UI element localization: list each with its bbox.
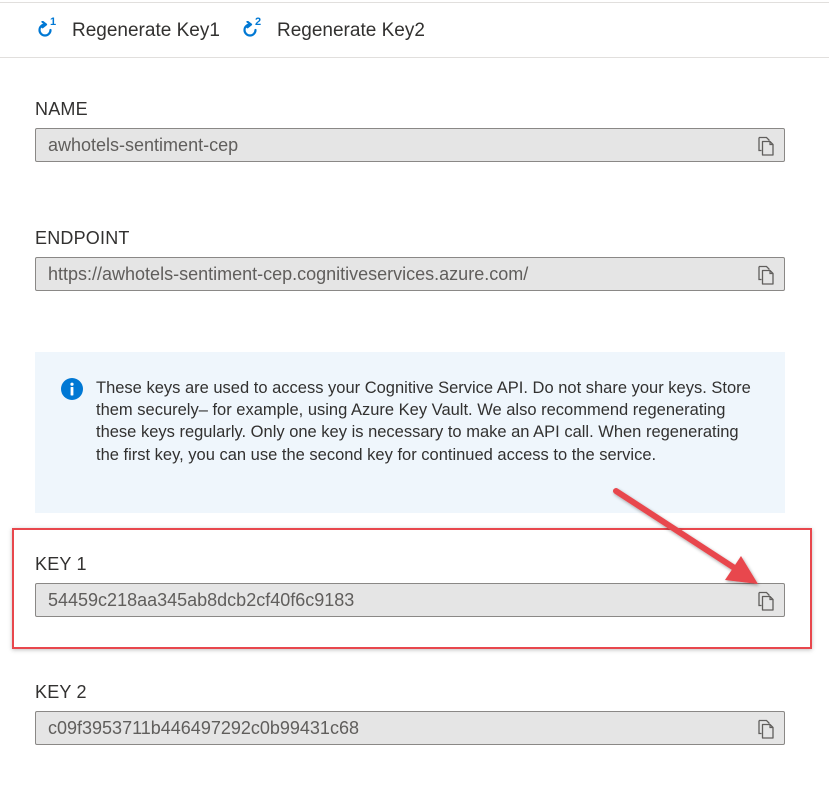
copy-endpoint-button[interactable] xyxy=(756,265,776,285)
endpoint-label: ENDPOINT xyxy=(35,228,130,248)
info-icon xyxy=(61,378,83,400)
regenerate-key2-label: Regenerate Key2 xyxy=(277,20,425,41)
info-message-bar: These keys are used to access your Cogni… xyxy=(35,352,785,513)
copy-icon xyxy=(758,265,774,285)
key1-badge: 1 xyxy=(50,16,57,28)
endpoint-input[interactable] xyxy=(36,258,736,290)
key2-field xyxy=(35,711,785,745)
name-field xyxy=(35,128,785,162)
key2-badge: 2 xyxy=(255,16,262,28)
copy-key2-button[interactable] xyxy=(756,719,776,739)
copy-name-button[interactable] xyxy=(756,136,776,156)
info-message-text: These keys are used to access your Cogni… xyxy=(96,379,751,464)
copy-icon xyxy=(758,719,774,739)
name-input[interactable] xyxy=(36,129,736,161)
refresh-icon: 2 xyxy=(241,16,263,43)
key2-label: KEY 2 xyxy=(35,682,87,702)
name-label: NAME xyxy=(35,99,88,119)
regenerate-key1-button[interactable]: 1 Regenerate Key1 xyxy=(36,16,220,45)
copy-icon xyxy=(758,136,774,156)
refresh-icon: 1 xyxy=(36,16,58,43)
regenerate-key2-button[interactable]: 2 Regenerate Key2 xyxy=(241,16,425,45)
key2-input[interactable] xyxy=(36,712,736,744)
toolbar: 1 Regenerate Key1 2 Regenerate Key2 xyxy=(0,3,829,58)
regenerate-key1-label: Regenerate Key1 xyxy=(72,20,220,41)
endpoint-field xyxy=(35,257,785,291)
key1-highlight-box xyxy=(12,528,812,649)
